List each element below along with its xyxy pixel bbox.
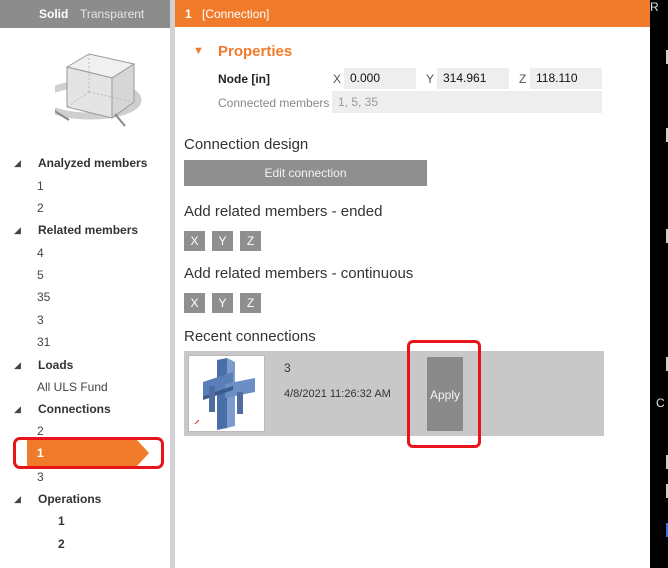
- header-name: [Connection]: [202, 7, 270, 21]
- tree-item-analyzed-1[interactable]: 1: [37, 179, 44, 193]
- tree-item-connection-2[interactable]: 2: [37, 424, 44, 438]
- connected-members-field: 1, 5, 35: [332, 91, 602, 113]
- view-mode-toggle: Solid Transparent: [0, 0, 170, 28]
- connected-members-label: Connected members: [218, 96, 330, 110]
- x-axis-label: X: [333, 72, 342, 86]
- add-ended-y-button[interactable]: Y: [212, 231, 233, 251]
- y-axis-label: Y: [426, 72, 435, 86]
- add-continuous-y-button[interactable]: Y: [212, 293, 233, 313]
- collapse-caret-icon[interactable]: ◢: [14, 158, 21, 169]
- tree-group-operations[interactable]: Operations: [38, 492, 101, 506]
- tree-item-related-4[interactable]: 4: [37, 246, 44, 260]
- selection-highlight-box: [13, 437, 164, 469]
- connection-thumbnail-image: [188, 355, 265, 432]
- tree-item-connection-3[interactable]: 3: [37, 470, 44, 484]
- add-continuous-title: Add related members - continuous: [184, 265, 414, 282]
- tree-item-analyzed-2[interactable]: 2: [37, 201, 44, 215]
- node-label: Node [in]: [218, 72, 270, 86]
- collapse-caret-icon[interactable]: ◢: [14, 404, 21, 415]
- add-ended-x-button[interactable]: X: [184, 231, 205, 251]
- left-panel: Solid Transparent ◢ Analyzed members 1 2…: [0, 0, 170, 568]
- header-id: 1: [185, 7, 192, 21]
- recent-connection-date: 4/8/2021 11:26:32 AM: [284, 388, 391, 400]
- apply-highlight-box: [407, 340, 481, 448]
- background-window-strip: R C: [650, 0, 668, 568]
- tree-item-related-3[interactable]: 3: [37, 313, 44, 327]
- tree-item-related-31[interactable]: 31: [37, 335, 50, 349]
- main-panel: 1 [Connection] ▼ Properties Node [in] X …: [175, 0, 650, 568]
- tree-item-related-5[interactable]: 5: [37, 268, 44, 282]
- recent-connection-id: 3: [284, 361, 291, 375]
- chevron-down-icon[interactable]: ▼: [193, 45, 204, 57]
- connection-design-title: Connection design: [184, 136, 309, 153]
- edit-connection-button[interactable]: Edit connection: [184, 160, 427, 186]
- properties-title[interactable]: Properties: [218, 43, 292, 60]
- recent-connection-card[interactable]: 3 4/8/2021 11:26:32 AM Apply: [184, 351, 604, 436]
- tree-item-operation-2[interactable]: 2: [58, 537, 65, 551]
- add-continuous-z-button[interactable]: Z: [240, 293, 261, 313]
- z-coordinate-field[interactable]: 118.110: [530, 68, 602, 89]
- add-ended-z-button[interactable]: Z: [240, 231, 261, 251]
- y-coordinate-field[interactable]: 314.961: [437, 68, 509, 89]
- tree-item-operation-1[interactable]: 1: [58, 514, 65, 528]
- tree-item-loads-all-uls[interactable]: All ULS Fund: [37, 380, 108, 394]
- tree-group-analyzed-members[interactable]: Analyzed members: [38, 156, 147, 170]
- collapse-caret-icon[interactable]: ◢: [14, 225, 21, 236]
- add-ended-title: Add related members - ended: [184, 203, 383, 220]
- tree-group-related-members[interactable]: Related members: [38, 223, 138, 237]
- transparent-view-button[interactable]: Transparent: [80, 7, 144, 21]
- tree-item-related-35[interactable]: 35: [37, 290, 50, 304]
- solid-view-button[interactable]: Solid: [39, 7, 68, 21]
- background-window-text: C: [656, 396, 665, 410]
- collapse-caret-icon[interactable]: ◢: [14, 494, 21, 505]
- main-header: 1 [Connection]: [175, 0, 650, 27]
- view-cube-icon[interactable]: [38, 40, 185, 140]
- add-continuous-x-button[interactable]: X: [184, 293, 205, 313]
- background-window-text: R: [650, 0, 659, 14]
- z-axis-label: Z: [519, 72, 527, 86]
- tree-group-loads[interactable]: Loads: [38, 358, 73, 372]
- collapse-caret-icon[interactable]: ◢: [14, 360, 21, 371]
- tree-group-connections[interactable]: Connections: [38, 402, 111, 416]
- x-coordinate-field[interactable]: 0.000: [344, 68, 416, 89]
- recent-connections-title: Recent connections: [184, 328, 316, 345]
